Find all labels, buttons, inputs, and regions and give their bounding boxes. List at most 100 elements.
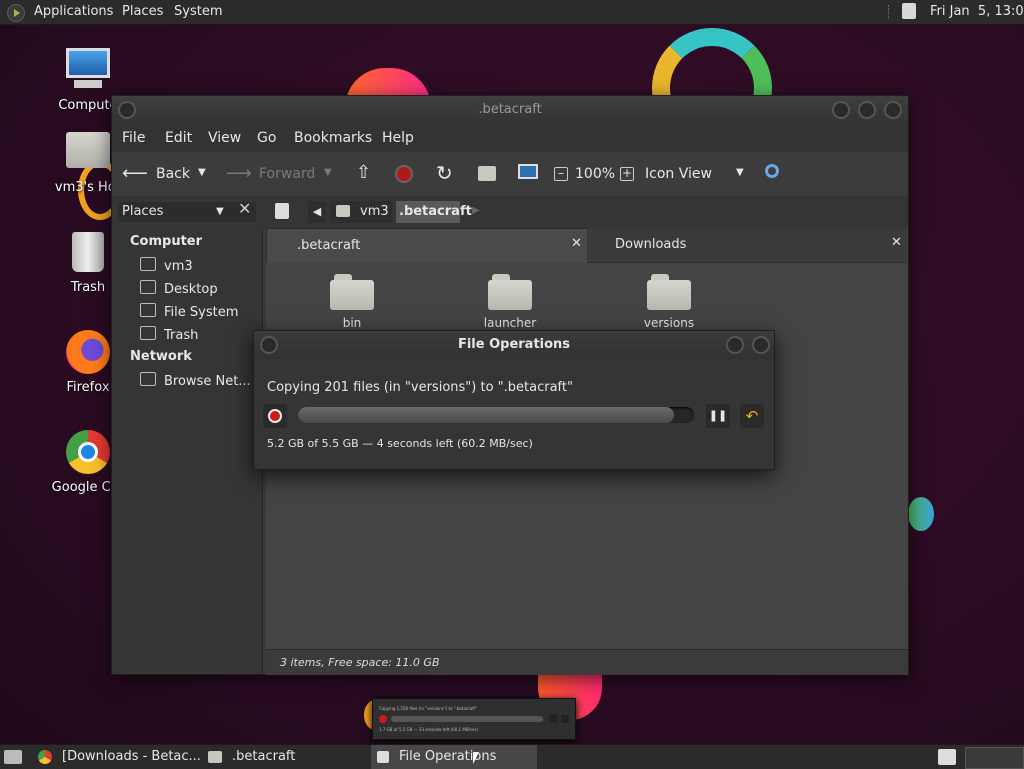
- cancel-operation-button[interactable]: [263, 404, 287, 428]
- places-selector-label: Places: [122, 204, 164, 219]
- folder-icon: [488, 280, 532, 310]
- dialog-menu-button[interactable]: [260, 336, 278, 354]
- crumb-vm3[interactable]: vm3: [330, 201, 392, 223]
- show-desktop-icon[interactable]: [4, 750, 22, 764]
- sidebar-item-file-system[interactable]: File System: [140, 303, 238, 320]
- close-sidebar-icon[interactable]: ✕: [238, 199, 251, 218]
- top-panel: Applications Places System Fri Jan 5, 13…: [0, 0, 1024, 25]
- menu-edit[interactable]: Edit: [165, 130, 192, 146]
- search-icon[interactable]: [765, 164, 779, 178]
- home-icon[interactable]: [478, 166, 496, 181]
- file-operations-dialog: File Operations Copying 201 files (in "v…: [253, 330, 775, 470]
- stop-icon[interactable]: [395, 165, 413, 183]
- panel-separator: [888, 5, 891, 19]
- forward-arrow-icon[interactable]: ⟶: [226, 163, 252, 184]
- status-text: 3 items, Free space: 11.0 GB: [280, 656, 440, 669]
- sidebar-item-browse-network[interactable]: Browse Net...: [140, 372, 251, 389]
- reload-icon[interactable]: ↻: [436, 161, 453, 185]
- crumb-right-chevron-icon[interactable]: ▶: [472, 205, 480, 216]
- crumb-label: vm3: [360, 204, 389, 219]
- chrome-icon: [64, 428, 112, 476]
- places-selector[interactable]: Places ▼: [118, 202, 256, 222]
- folder-item-bin[interactable]: [330, 274, 374, 310]
- minimize-button[interactable]: [832, 101, 850, 119]
- dialog-minimize-button[interactable]: [726, 336, 744, 354]
- task-betacraft[interactable]: .betacraft: [204, 745, 368, 769]
- view-mode-select[interactable]: Icon View: [645, 166, 712, 182]
- pause-icon: ❚❚: [708, 409, 728, 422]
- zoom-out-icon[interactable]: –: [554, 167, 568, 181]
- desktop-icon: [140, 280, 156, 294]
- drive-icon: [140, 303, 156, 317]
- forward-history-chevron-icon[interactable]: ▼: [324, 167, 332, 178]
- tab-label: .betacraft: [297, 238, 361, 253]
- edit-location-icon[interactable]: [275, 203, 289, 219]
- zoom-level[interactable]: 100%: [575, 166, 615, 182]
- back-arrow-icon[interactable]: ⟵: [122, 163, 148, 184]
- task-label: [Downloads - Betac...: [62, 749, 200, 764]
- dialog-close-button[interactable]: [752, 336, 770, 354]
- forward-button[interactable]: Forward: [259, 166, 315, 182]
- window-titlebar[interactable]: .betacraft: [112, 96, 908, 124]
- close-button[interactable]: [884, 101, 902, 119]
- folder-label: launcher: [483, 316, 537, 330]
- tab-label: Downloads: [615, 237, 687, 252]
- progress-bar: [298, 407, 694, 423]
- sidebar-item-label: vm3: [164, 259, 193, 274]
- sidebar-item-desktop[interactable]: Desktop: [140, 280, 218, 297]
- undo-button[interactable]: ↶: [740, 404, 764, 428]
- menubar: File Edit View Go Bookmarks Help: [112, 124, 908, 152]
- firefox-icon: [64, 328, 112, 376]
- back-button[interactable]: Back: [156, 166, 190, 182]
- computer-icon[interactable]: [518, 164, 538, 179]
- crumb-betacraft[interactable]: .betacraft: [396, 201, 472, 223]
- menu-applications[interactable]: Applications: [34, 4, 113, 19]
- workspace-switcher[interactable]: [965, 747, 1024, 769]
- preview-pause-icon: [549, 715, 557, 723]
- menu-bookmarks[interactable]: Bookmarks: [294, 130, 372, 146]
- task-file-operations[interactable]: File Operations: [371, 745, 537, 769]
- progress-details: 5.2 GB of 5.5 GB — 4 seconds left (60.2 …: [267, 437, 533, 450]
- menu-file[interactable]: File: [122, 130, 145, 146]
- tab-betacraft[interactable]: .betacraft ✕: [266, 228, 588, 263]
- zoom-in-icon[interactable]: +: [620, 167, 634, 181]
- progress-bar-fill: [298, 407, 674, 423]
- pause-button[interactable]: ❚❚: [706, 404, 730, 428]
- task-downloads[interactable]: [Downloads - Betac...: [34, 745, 200, 769]
- menu-help[interactable]: Help: [382, 130, 414, 146]
- network-icon: [140, 372, 156, 386]
- preview-undo-icon: [561, 715, 569, 723]
- toolbar: ⟵ Back ▼ ⟶ Forward ▼ ⇧ ↻ – 100% + Icon V…: [112, 152, 908, 196]
- menu-view[interactable]: View: [208, 130, 241, 146]
- dialog-titlebar[interactable]: File Operations: [254, 331, 774, 359]
- status-bar: 3 items, Free space: 11.0 GB: [266, 649, 908, 675]
- up-arrow-icon[interactable]: ⇧: [356, 162, 371, 183]
- home-folder-icon: [336, 205, 350, 217]
- notes-applet-icon[interactable]: [902, 3, 916, 19]
- tab-close-icon[interactable]: ✕: [571, 236, 582, 251]
- sidebar-item-trash[interactable]: Trash: [140, 326, 198, 343]
- crumb-left-chevron-icon[interactable]: ◀: [308, 201, 326, 223]
- system-logo-icon[interactable]: [7, 4, 25, 22]
- trash-icon: [64, 228, 112, 276]
- tab-close-icon[interactable]: ✕: [891, 235, 902, 250]
- maximize-button[interactable]: [858, 101, 876, 119]
- workspace-switcher-icon[interactable]: [938, 749, 956, 765]
- folder-icon: [647, 280, 691, 310]
- sidebar-item-label: File System: [164, 305, 239, 320]
- menu-go[interactable]: Go: [257, 130, 276, 146]
- folder-item-launcher[interactable]: [488, 274, 532, 310]
- sidebar-item-vm3[interactable]: vm3: [140, 257, 193, 274]
- menu-places[interactable]: Places: [122, 4, 163, 19]
- back-history-chevron-icon[interactable]: ▼: [198, 167, 206, 178]
- menu-system[interactable]: System: [174, 4, 222, 19]
- view-mode-chevron-icon[interactable]: ▼: [736, 167, 744, 178]
- window-title: .betacraft: [478, 102, 542, 117]
- preview-progress-bar: [391, 716, 543, 722]
- sidebar-item-label: Desktop: [164, 282, 218, 297]
- stop-icon: [268, 409, 282, 423]
- tab-downloads[interactable]: Downloads ✕: [587, 228, 907, 263]
- folder-item-versions[interactable]: [647, 274, 691, 310]
- home-folder-icon: [64, 128, 112, 176]
- clock[interactable]: Fri Jan 5, 13:02: [930, 4, 1024, 19]
